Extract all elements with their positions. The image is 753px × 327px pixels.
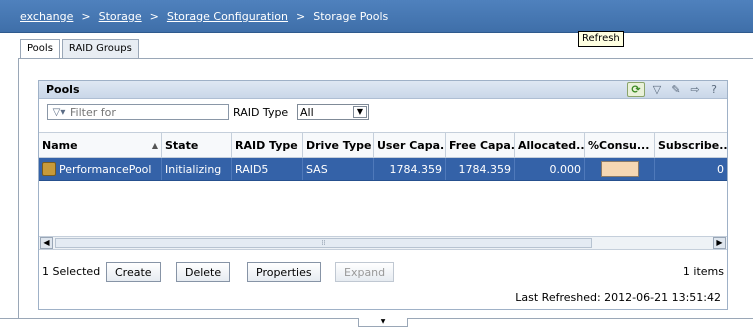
breadcrumb-link-exchange[interactable]: exchange [20,10,73,23]
funnel-dropdown-icon[interactable]: ▽▾ [48,107,70,118]
breadcrumb-current-page: Storage Pools [313,9,389,23]
cell-raid-type: RAID5 [232,158,303,180]
filter-input[interactable] [70,105,220,119]
panel-toolbar: ⟳ ▽ ✎ ⇨ ? [627,82,721,97]
table-row[interactable]: PerformancePool Initializing RAID5 SAS 1… [39,158,727,181]
column-header-user-capacity[interactable]: User Capa... [374,133,446,157]
create-button[interactable]: Create [106,262,161,282]
tab-pools[interactable]: Pools [20,39,60,59]
refresh-tooltip: Refresh [578,31,624,47]
cell-subscribed: 0 [717,162,724,176]
storage-pool-icon [42,162,56,176]
column-header-raid-type[interactable]: RAID Type [232,133,303,157]
help-icon[interactable]: ? [707,82,721,96]
scroll-left-icon[interactable]: ◀ [40,237,53,249]
breadcrumb-separator: > [149,9,159,23]
panel-header: Pools ⟳ ▽ ✎ ⇨ ? [39,81,727,99]
breadcrumb-separator: > [81,9,91,23]
scroll-right-icon[interactable]: ▶ [713,237,726,249]
selection-count: 1 Selected [42,265,101,278]
sort-ascending-icon: ▲ [151,140,158,150]
pools-panel: Pools ⟳ ▽ ✎ ⇨ ? ▽▾ RAID Type All ▼ Name … [38,80,728,310]
raid-type-label: RAID Type [233,106,289,119]
breadcrumb-link-storage-configuration[interactable]: Storage Configuration [167,10,288,23]
tab-strip: Pools RAID Groups [20,39,141,59]
pools-table: Name ▲ State RAID Type Drive Type User C… [39,132,727,225]
delete-button[interactable]: Delete [176,262,231,282]
last-refreshed-timestamp: Last Refreshed: 2012-06-21 13:51:42 [515,291,721,304]
breadcrumb-separator: > [296,9,306,23]
table-empty-space [39,181,727,225]
cell-state: Initializing [162,158,232,180]
cell-percent-consumed [585,158,655,180]
breadcrumb: exchange > Storage > Storage Configurati… [0,0,753,33]
splitter-handle[interactable]: ▼ [358,318,408,327]
column-label: Name [42,138,78,152]
cell-name: PerformancePool [39,158,162,180]
column-header-free-capacity[interactable]: Free Capa... [446,133,515,157]
scroll-thumb[interactable]: ⁞⁞ [55,238,592,248]
breadcrumb-link-storage[interactable]: Storage [99,10,142,23]
wrench-icon[interactable]: ✎ [669,82,683,96]
cell-free-capacity: 1784.359 [446,158,515,180]
chevron-down-icon[interactable]: ▼ [353,106,367,118]
column-header-drive-type[interactable]: Drive Type [303,133,374,157]
filter-box: ▽▾ [47,104,229,120]
cell-user-capacity: 1784.359 [374,158,446,180]
refresh-icon[interactable]: ⟳ [627,82,645,97]
panel-footer: 1 Selected Create Delete Properties Expa… [39,259,727,283]
filter-icon[interactable]: ▽ [650,82,664,96]
export-icon[interactable]: ⇨ [688,82,702,96]
column-header-subscribed[interactable]: Subscribe... [655,133,727,157]
panel-title: Pools [46,83,80,96]
table-header: Name ▲ State RAID Type Drive Type User C… [39,132,727,158]
consumed-progress-bar [600,161,639,177]
column-header-state[interactable]: State [162,133,232,157]
cell-drive-type: SAS [303,158,374,180]
pool-name: PerformancePool [59,162,152,176]
horizontal-scrollbar[interactable]: ◀ ⁞⁞ ▶ [39,236,727,250]
cell-allocated: 0.000 [515,158,585,180]
tab-raid-groups[interactable]: RAID Groups [61,39,139,58]
raid-type-value: All [300,105,314,119]
raid-type-select[interactable]: All ▼ [297,104,369,120]
column-header-allocated[interactable]: Allocated... [515,133,585,157]
properties-button[interactable]: Properties [247,262,321,282]
column-header-percent-consumed[interactable]: %Consu... [585,133,655,157]
expand-button[interactable]: Expand [335,262,395,282]
column-header-name[interactable]: Name ▲ [39,133,162,157]
items-count: 1 items [682,265,724,278]
